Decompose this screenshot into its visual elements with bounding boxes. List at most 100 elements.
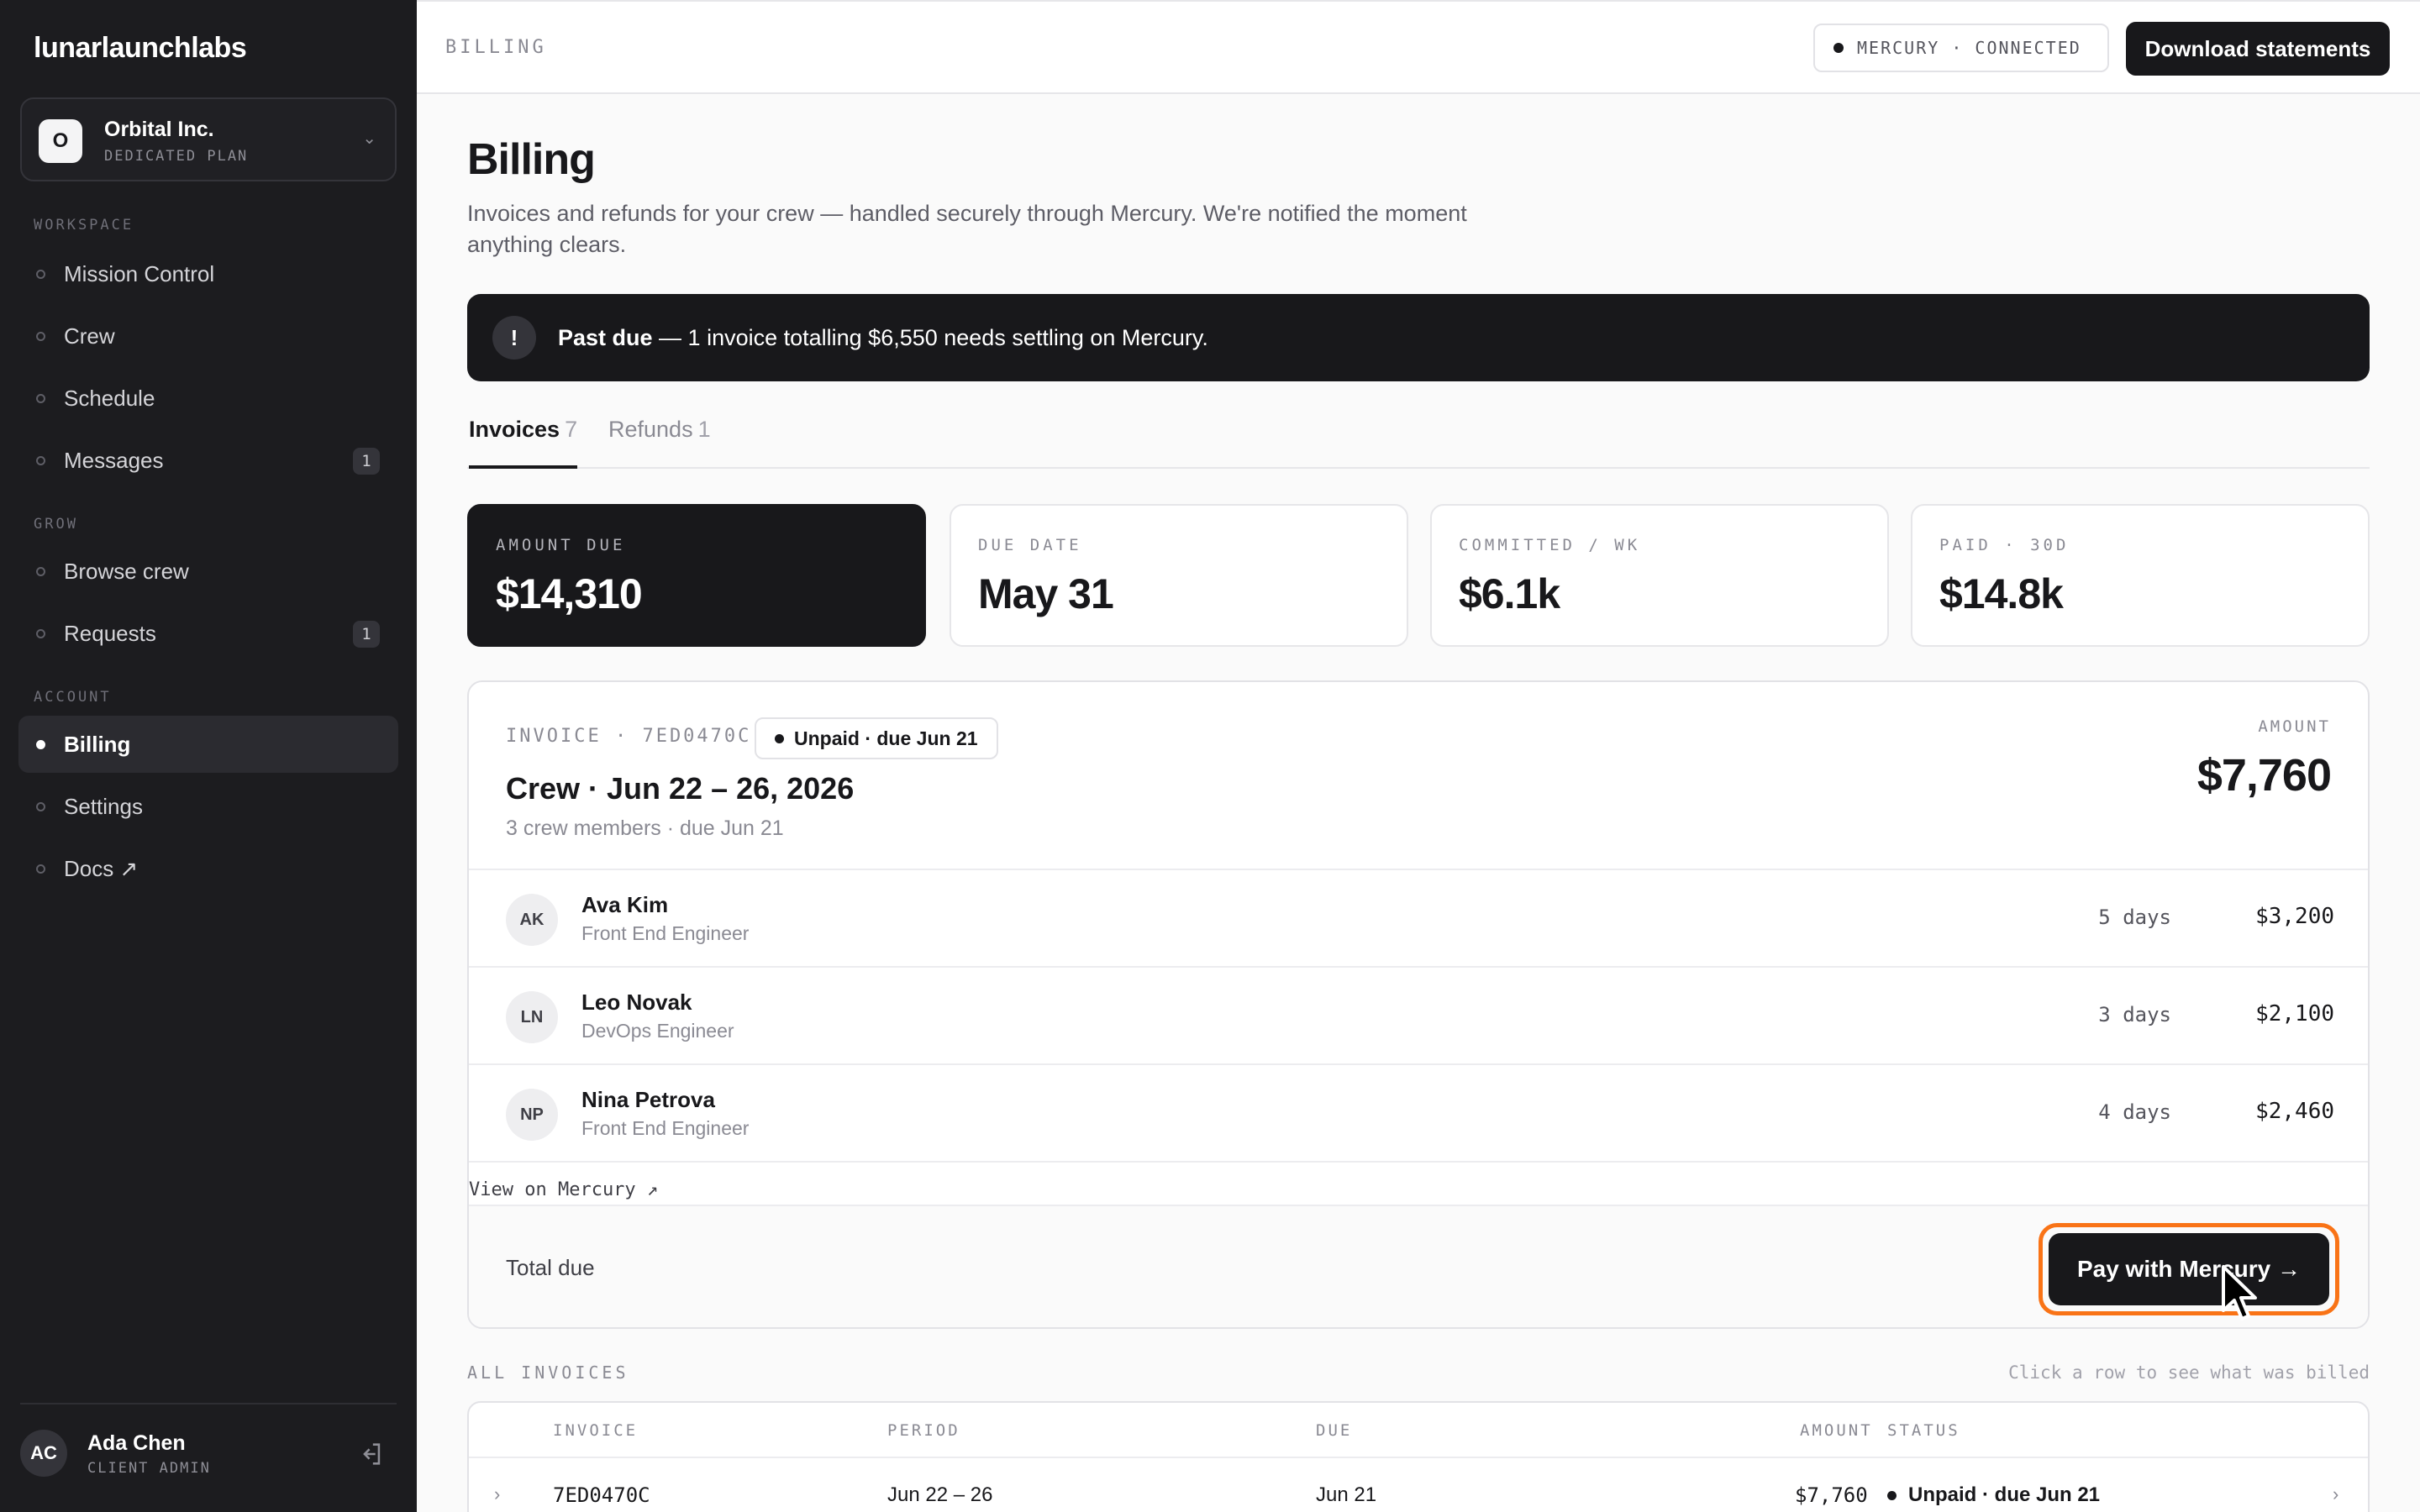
nav-dot-icon	[36, 628, 45, 638]
column-header[interactable]: INVOICE	[553, 1421, 638, 1440]
chevron-right-icon: ›	[2333, 1483, 2339, 1504]
sidebar: lunarlaunchlabs O Orbital Inc. DEDICATED…	[0, 0, 417, 1512]
topbar: BILLING MERCURY · CONNECTED Download sta…	[417, 0, 2420, 94]
line-amount: $3,200	[2255, 904, 2334, 929]
invoice-id: INVOICE · 7ED0470C	[506, 726, 752, 747]
sidebar-item-browse-crew[interactable]: Browse crew	[18, 543, 398, 600]
divider	[469, 1161, 2368, 1205]
avatar[interactable]: AC	[20, 1430, 67, 1477]
nav-section-workspace: WORKSPACE	[34, 217, 134, 234]
line-days: 3 days	[2098, 1003, 2171, 1026]
tab-refunds[interactable]: Refunds 1	[608, 417, 711, 469]
chevron-down-icon: ⌄	[362, 129, 376, 148]
sidebar-item-requests[interactable]: Requests 1	[18, 605, 398, 662]
status-dot-icon	[775, 733, 784, 743]
stat-label: DUE DATE	[978, 536, 1082, 554]
sidebar-item-settings[interactable]: Settings	[18, 778, 398, 835]
nav-dot-icon	[36, 331, 45, 341]
org-switcher[interactable]: O Orbital Inc. DEDICATED PLAN ⌄	[20, 97, 397, 181]
brand-logo[interactable]: lunarlaunchlabs	[34, 32, 247, 65]
status-dot-icon	[1887, 1490, 1897, 1500]
tab-count: 1	[697, 417, 711, 442]
requests-badge: 1	[353, 621, 380, 648]
status-text: Unpaid · due Jun 21	[1908, 1483, 2101, 1506]
sidebar-item-schedule[interactable]: Schedule	[18, 370, 398, 427]
sidebar-item-billing[interactable]: Billing	[18, 716, 398, 773]
total-due-bar: Total due Pay with Mercury →	[469, 1205, 2368, 1327]
stat-label: COMMITTED / WK	[1459, 536, 1641, 554]
nav-dot-icon	[36, 455, 45, 465]
amount-label: AMOUNT	[2258, 717, 2331, 736]
pay-with-mercury-button[interactable]: Pay with Mercury →	[2049, 1233, 2329, 1305]
nav-dot-icon	[36, 566, 45, 576]
all-invoices-label: ALL INVOICES	[467, 1362, 629, 1383]
line-item-row: NP Nina Petrova Front End Engineer 4 day…	[469, 1063, 2368, 1161]
line-days: 5 days	[2098, 906, 2171, 929]
avatar: NP	[506, 1089, 558, 1141]
tab-invoices[interactable]: Invoices 7	[469, 417, 578, 469]
nav-dot-icon	[36, 801, 45, 811]
sidebar-item-messages[interactable]: Messages 1	[18, 432, 398, 489]
line-amount: $2,100	[2255, 1001, 2334, 1026]
sidebar-item-label: Docs ↗	[64, 855, 139, 881]
logout-icon[interactable]	[356, 1440, 385, 1468]
stat-card-amount-due: AMOUNT DUE $14,310	[467, 504, 926, 647]
cell-due: Jun 21	[1316, 1483, 1377, 1506]
total-due-label: Total due	[506, 1255, 595, 1280]
stat-value: May 31	[978, 570, 1114, 617]
status-badge: Unpaid · due Jun 21	[755, 717, 998, 759]
crew-name: Leo Novak	[581, 990, 692, 1015]
crew-role: Front End Engineer	[581, 922, 750, 944]
breadcrumb: BILLING	[445, 37, 547, 58]
page-title: Billing	[467, 135, 596, 184]
table-divider	[469, 1457, 2368, 1458]
connection-label: MERCURY · CONNECTED	[1857, 38, 2081, 58]
stat-card-paid: PAID · 30D $14.8k	[1911, 504, 2370, 647]
nav-dot-icon	[36, 739, 45, 749]
column-header[interactable]: DUE	[1316, 1421, 1352, 1440]
user-role: CLIENT ADMIN	[87, 1460, 211, 1477]
cell-period: Jun 22 – 26	[887, 1483, 993, 1506]
mercury-connection-status[interactable]: MERCURY · CONNECTED	[1813, 24, 2109, 72]
view-on-mercury-link[interactable]: View on Mercury ↗	[469, 1179, 658, 1200]
sidebar-item-label: Billing	[64, 731, 131, 757]
sidebar-item-label: Mission Control	[64, 260, 215, 286]
invoice-meta: 3 crew members · due Jun 21	[506, 816, 784, 840]
sidebar-divider	[20, 1403, 397, 1404]
billing-tabs: Invoices 7 Refunds 1	[467, 408, 2370, 469]
stat-card-due-date: DUE DATE May 31	[950, 504, 1408, 647]
crew-role: Front End Engineer	[581, 1117, 750, 1139]
org-name: Orbital Inc.	[104, 118, 214, 141]
nav-dot-icon	[36, 393, 45, 403]
sidebar-item-mission-control[interactable]: Mission Control	[18, 245, 398, 302]
alert-message: Past due — 1 invoice totalling $6,550 ne…	[558, 325, 1208, 351]
stat-label: PAID · 30D	[1939, 536, 2070, 554]
status-text: Unpaid · due Jun 21	[794, 727, 978, 749]
sidebar-item-docs[interactable]: Docs ↗	[18, 840, 398, 897]
sidebar-item-label: Requests	[64, 620, 156, 646]
alert-icon: !	[492, 316, 536, 360]
column-header[interactable]: STATUS	[1887, 1421, 1960, 1440]
tab-label: Refunds	[608, 417, 693, 442]
sidebar-item-crew[interactable]: Crew	[18, 307, 398, 365]
column-header[interactable]: PERIOD	[887, 1421, 960, 1440]
past-due-alert: ! Past due — 1 invoice totalling $6,550 …	[467, 294, 2370, 381]
tab-count: 7	[565, 417, 578, 442]
avatar: AK	[506, 894, 558, 946]
stat-value: $6.1k	[1459, 570, 1560, 617]
user-name: Ada Chen	[87, 1431, 186, 1455]
line-item-row: AK Ava Kim Front End Engineer 5 days $3,…	[469, 869, 2368, 966]
nav-dot-icon	[36, 269, 45, 279]
invoice-title: Crew · Jun 22 – 26, 2026	[506, 771, 855, 806]
crew-name: Nina Petrova	[581, 1087, 715, 1112]
chevron-right-icon: ›	[494, 1483, 501, 1504]
cell-status: Unpaid · due Jun 21	[1887, 1483, 2100, 1507]
org-plan: DEDICATED PLAN	[104, 148, 249, 165]
download-statements-button[interactable]: Download statements	[2126, 22, 2390, 76]
sidebar-item-label: Crew	[64, 323, 115, 349]
invoice-detail-panel: INVOICE · 7ED0470C Unpaid · due Jun 21 C…	[467, 680, 2370, 1329]
line-amount: $2,460	[2255, 1099, 2334, 1124]
alert-strong: Past due	[558, 324, 653, 350]
invoices-table: INVOICE PERIOD DUE AMOUNT STATUS › 7ED04…	[467, 1401, 2370, 1512]
column-header[interactable]: AMOUNT	[1800, 1421, 1873, 1440]
